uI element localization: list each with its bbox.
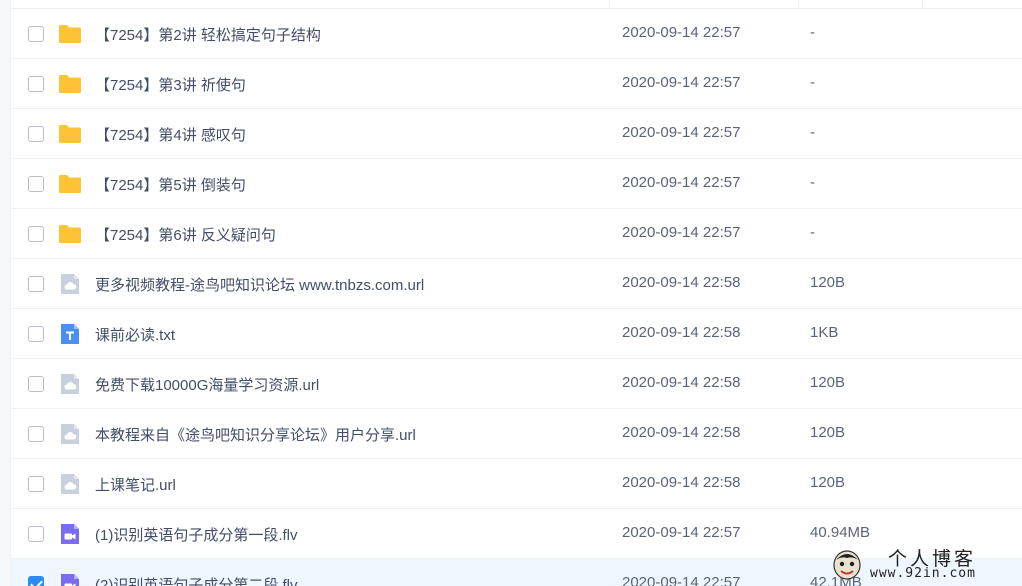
file-modified-date: 2020-09-14 22:57 [622,524,741,541]
file-row[interactable]: 【7254】第6讲 反义疑问句 2020-09-14 22:57 - [11,209,1022,259]
file-modified-date: 2020-09-14 22:57 [622,174,741,191]
header-separator [609,0,610,9]
text-file-icon [58,322,82,346]
row-checkbox[interactable] [28,426,44,442]
file-name[interactable]: 本教程来自《途鸟吧知识分享论坛》用户分享.url [95,424,416,445]
file-name[interactable]: 上课笔记.url [95,474,176,495]
row-checkbox[interactable] [28,176,44,192]
file-size: - [810,74,815,91]
file-size: 1KB [810,324,839,341]
file-name[interactable]: 【7254】第5讲 倒装句 [95,174,246,195]
row-checkbox[interactable] [28,576,44,586]
row-checkbox[interactable] [28,226,44,242]
file-size: 120B [810,424,846,441]
row-checkbox[interactable] [28,476,44,492]
file-name[interactable]: 【7254】第6讲 反义疑问句 [95,224,276,245]
file-modified-date: 2020-09-14 22:58 [622,324,741,341]
file-row[interactable]: 上课笔记.url 2020-09-14 22:58 120B [11,459,1022,509]
video-file-icon [58,522,82,546]
file-name[interactable]: 【7254】第3讲 祈使句 [95,74,246,95]
file-row[interactable]: 【7254】第5讲 倒装句 2020-09-14 22:57 - [11,159,1022,209]
folder-icon [58,122,82,146]
file-row[interactable]: 【7254】第3讲 祈使句 2020-09-14 22:57 - [11,59,1022,109]
file-size: - [810,24,815,41]
file-modified-date: 2020-09-14 22:57 [622,224,741,241]
header-separator [922,0,923,9]
row-checkbox[interactable] [28,276,44,292]
file-size: 120B [810,474,846,491]
watermark-avatar-icon [833,550,861,580]
file-row[interactable]: 更多视频教程-途鸟吧知识论坛 www.tnbzs.com.url 2020-09-… [11,259,1022,309]
file-row[interactable]: 免费下载10000G海量学习资源.url 2020-09-14 22:58 120B [11,359,1022,409]
folder-icon [58,172,82,196]
row-checkbox[interactable] [28,126,44,142]
cloud-file-icon [58,372,82,396]
file-name[interactable]: 课前必读.txt [95,324,175,345]
file-modified-date: 2020-09-14 22:57 [622,24,741,41]
file-list: 【7254】第2讲 轻松搞定句子结构 2020-09-14 22:57- 【7254… [11,9,1022,586]
folder-icon [58,222,82,246]
file-modified-date: 2020-09-14 22:58 [622,374,741,391]
cloud-file-icon [58,422,82,446]
column-header-strip [11,0,1022,9]
file-name[interactable]: 免费下载10000G海量学习资源.url [95,374,319,395]
video-file-icon [58,572,82,586]
folder-icon [58,72,82,96]
file-size: 120B [810,374,846,391]
row-checkbox[interactable] [28,326,44,342]
file-modified-date: 2020-09-14 22:57 [622,124,741,141]
sidebar-edge [0,0,11,586]
folder-icon [58,22,82,46]
file-modified-date: 2020-09-14 22:57 [622,574,741,586]
file-name[interactable]: (1)识别英语句子成分第一段.flv [95,524,298,545]
row-checkbox[interactable] [28,76,44,92]
file-size: 40.94MB [810,524,871,541]
file-modified-date: 2020-09-14 22:57 [622,74,741,91]
row-checkbox[interactable] [28,376,44,392]
row-checkbox[interactable] [28,26,44,42]
file-size: - [810,224,815,241]
file-name[interactable]: 【7254】第4讲 感叹句 [95,124,246,145]
cloud-file-icon [58,472,82,496]
file-size: - [810,124,815,141]
file-size: - [810,174,815,191]
file-row[interactable]: 【7254】第2讲 轻松搞定句子结构 2020-09-14 22:57 - [11,9,1022,59]
file-name[interactable]: 【7254】第2讲 轻松搞定句子结构 [95,24,321,45]
file-row[interactable]: 课前必读.txt 2020-09-14 22:58 1KB [11,309,1022,359]
file-name[interactable]: 更多视频教程-途鸟吧知识论坛 www.tnbzs.com.url [95,274,424,295]
header-separator [798,0,799,9]
row-checkbox[interactable] [28,526,44,542]
file-row[interactable]: 本教程来自《途鸟吧知识分享论坛》用户分享.url 2020-09-14 22:58… [11,409,1022,459]
watermark: 个人博客 www.92in.com [824,542,1022,586]
cloud-file-icon [58,272,82,296]
file-size: 120B [810,274,846,291]
file-modified-date: 2020-09-14 22:58 [622,474,741,491]
watermark-url: www.92in.com [870,566,976,581]
file-modified-date: 2020-09-14 22:58 [622,424,741,441]
file-row[interactable]: 【7254】第4讲 感叹句 2020-09-14 22:57 - [11,109,1022,159]
file-name[interactable]: (2)识别英语句子成分第二段.flv [95,574,298,586]
file-modified-date: 2020-09-14 22:58 [622,274,741,291]
